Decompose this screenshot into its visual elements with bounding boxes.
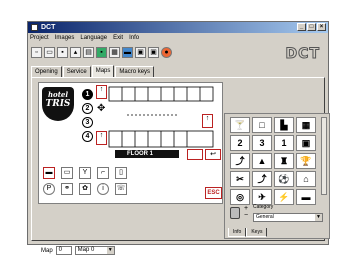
map-number-spinner[interactable]: 0 [55, 246, 72, 255]
icon-screen[interactable]: ▦ [296, 117, 316, 133]
door-icon[interactable]: ▯ [115, 167, 127, 179]
car-icon[interactable]: ▭ [61, 167, 73, 179]
category-label: Category [253, 204, 274, 210]
floor-circle-2[interactable]: 2 [82, 103, 93, 114]
help-icon[interactable]: ● [161, 47, 172, 58]
category-section: + − Category General ▼ [228, 204, 326, 226]
map-label: Map [41, 247, 53, 254]
direction-cross-icon: ✥ [97, 103, 106, 114]
spa-icon[interactable]: ✿ [79, 183, 91, 195]
app-icon [31, 24, 38, 31]
icon-lightning[interactable]: ⚡ [274, 189, 294, 205]
hotel-logo-line2: TRIS [45, 99, 71, 109]
icon-number-2[interactable]: 2 [230, 135, 250, 151]
floor-circle-3[interactable]: 3 [82, 117, 93, 128]
phone-icon[interactable]: ☏ [115, 183, 127, 195]
menu-info[interactable]: Info [129, 34, 139, 43]
palette-tabs: Info Keys [228, 228, 268, 237]
menu-bar: Project Images Language Exit Info [30, 34, 139, 43]
print-icon[interactable]: ▴ [70, 47, 81, 58]
grid-icon[interactable]: ▦ [109, 47, 120, 58]
room-box-b[interactable]: ↩ [205, 149, 221, 160]
icon-stairs[interactable]: ⤴ [230, 153, 250, 169]
icon-trophy[interactable]: 🏆 [296, 153, 316, 169]
menu-language[interactable]: Language [80, 34, 107, 43]
floor-circle-4[interactable]: 4 [82, 131, 93, 142]
icon-number-1[interactable]: 1 [274, 135, 294, 151]
tab-macro-keys[interactable]: Macro keys [115, 66, 155, 77]
icon-cocktail[interactable]: 🍸 [230, 117, 250, 133]
floor-map[interactable]: hotel TRIS 1 2 3 4 ↑ ↑ ✥ ↑ FLOOR 1 ↩ ▬ ▭… [38, 82, 223, 204]
menu-images[interactable]: Images [55, 34, 75, 43]
cocktail-icon[interactable]: Y [79, 167, 91, 179]
floor-label: FLOOR 1 [115, 150, 179, 158]
icon-blank[interactable]: □ [252, 117, 272, 133]
tab-opening[interactable]: Opening [31, 66, 62, 77]
title-bar: DCT _ □ × [28, 22, 328, 33]
main-tabs: Opening Service Maps Macro keys [31, 65, 155, 77]
trash-icon[interactable] [230, 207, 240, 219]
shower-icon[interactable]: ⌐ [97, 167, 109, 179]
printer-icon[interactable]: ▣ [135, 47, 146, 58]
parking-icon[interactable]: P [43, 183, 55, 195]
category-select[interactable]: General ▼ [253, 213, 323, 222]
app-window: DCT _ □ × Project Images Language Exit I… [27, 21, 330, 255]
icon-chess[interactable]: ♜ [274, 153, 294, 169]
icon-mountain[interactable]: ▲ [252, 153, 272, 169]
bicycle-icon[interactable]: ⚭ [61, 183, 73, 195]
icon-target[interactable]: ◎ [230, 189, 250, 205]
toolbar: ▫ ▭ ▪ ▴ ▤ ▪ ▦ ▬ ▣ ▣ ● [31, 47, 172, 61]
icon-ball[interactable]: ⚽ [274, 171, 294, 187]
open-icon[interactable]: ▭ [44, 47, 55, 58]
chevron-down-icon: ▼ [106, 247, 114, 254]
room-box-a[interactable] [187, 149, 203, 160]
tab-info[interactable]: Info [228, 228, 247, 237]
window-title: DCT [41, 24, 56, 31]
brand-logo: DCT [285, 46, 320, 63]
image-icon[interactable]: ▪ [96, 47, 107, 58]
menu-project[interactable]: Project [30, 34, 49, 43]
tab-keys[interactable]: Keys [246, 228, 268, 237]
bed-icon[interactable]: ▬ [43, 167, 55, 179]
category-value: General [256, 214, 274, 220]
map-name-value: Map 0 [77, 247, 95, 253]
maximize-button[interactable]: □ [307, 23, 316, 31]
icon-skater[interactable]: ✂ [230, 171, 250, 187]
floor-circle-1[interactable]: 1 [82, 89, 93, 100]
elevator-down-icon[interactable]: ↑ [96, 131, 107, 145]
minimize-button[interactable]: _ [297, 23, 306, 31]
icon-bar[interactable]: ▬ [296, 189, 316, 205]
icon-plane[interactable]: ✈ [252, 189, 272, 205]
tab-maps[interactable]: Maps [91, 65, 115, 77]
export-icon[interactable]: ▤ [83, 47, 94, 58]
rooms-layout [108, 86, 214, 148]
map-selector: Map 0 Map 0 ▼ [41, 246, 115, 255]
hotel-logo-line1: hotel [47, 90, 69, 99]
icon-building[interactable]: ▙ [274, 117, 294, 133]
icon-grid-scrollbar[interactable] [321, 117, 327, 195]
stairs-up-icon[interactable]: ↑ [202, 114, 213, 128]
icon-map[interactable]: ▣ [296, 135, 316, 151]
info-icon[interactable]: i [97, 183, 109, 195]
icon-escalator[interactable]: ⤴ [252, 171, 272, 187]
esc-button[interactable]: ESC [205, 187, 222, 199]
elevator-up-icon[interactable]: ↑ [96, 85, 107, 99]
maps-panel: hotel TRIS 1 2 3 4 ↑ ↑ ✥ ↑ FLOOR 1 ↩ ▬ ▭… [31, 77, 330, 255]
plus-minus-icon[interactable]: + − [244, 205, 248, 219]
icon-number-3[interactable]: 3 [252, 135, 272, 151]
hotel-logo: hotel TRIS [42, 87, 74, 121]
icon-palette: 🍸 □ ▙ ▦ 2 3 1 ▣ ⤴ ▲ ♜ 🏆 ✂ ⤴ ⚽ ⌂ ◎ ✈ ⚡ ▬ [224, 113, 330, 239]
screen-icon[interactable]: ▬ [122, 47, 133, 58]
chevron-down-icon: ▼ [315, 214, 322, 221]
icon-grid: 🍸 □ ▙ ▦ 2 3 1 ▣ ⤴ ▲ ♜ 🏆 ✂ ⤴ ⚽ ⌂ ◎ ✈ ⚡ ▬ [230, 117, 318, 205]
close-button[interactable]: × [317, 23, 326, 31]
save-icon[interactable]: ▪ [57, 47, 68, 58]
tab-service[interactable]: Service [62, 66, 91, 77]
menu-exit[interactable]: Exit [113, 34, 123, 43]
icon-dome[interactable]: ⌂ [296, 171, 316, 187]
map-name-select[interactable]: Map 0 ▼ [74, 246, 115, 255]
printer2-icon[interactable]: ▣ [148, 47, 159, 58]
new-icon[interactable]: ▫ [31, 47, 42, 58]
